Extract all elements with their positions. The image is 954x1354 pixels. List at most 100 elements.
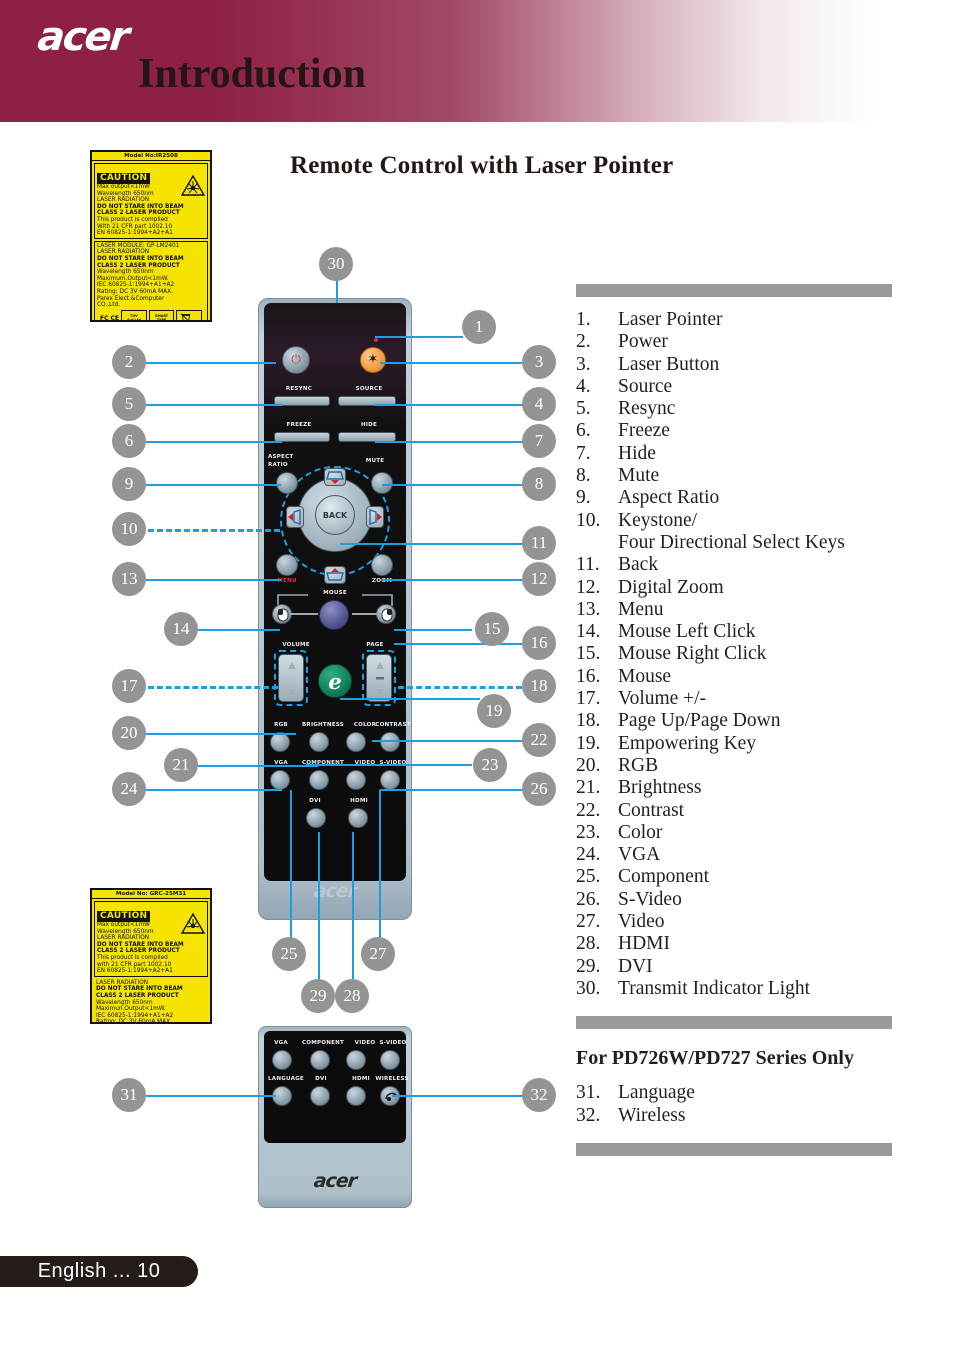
freeze-button[interactable] [274,432,330,442]
callout-22[interactable]: 22 [522,723,556,757]
aspect-ratio-button[interactable] [276,472,298,494]
alt-svideo-button[interactable] [380,1050,400,1070]
callout-6[interactable]: 6 [112,424,146,458]
empowering-key[interactable]: e [318,664,352,698]
alt-dvi-button[interactable] [310,1086,330,1106]
color-button[interactable] [346,732,366,752]
legend-top-rule [576,284,892,297]
transmit-indicator-light [374,338,378,342]
alt-language-label: LANGUAGE [268,1076,304,1082]
callout-32[interactable]: 32 [522,1078,556,1112]
legend-item-label: Laser Button [618,353,720,375]
laser-button[interactable]: ✶ [360,347,386,373]
legend-item: 16. Mouse [576,666,892,688]
contrast-button[interactable] [380,732,400,752]
alt-video-button[interactable] [346,1050,366,1070]
callout-8[interactable]: 8 [522,467,556,501]
callout-13[interactable]: 13 [112,562,146,596]
mouse-connector-lines [290,613,380,615]
lead-3 [380,362,522,364]
legend-item: 10. Keystone/ [576,510,892,532]
label-line: CLASS 2 LASER PRODUCT [97,210,180,217]
keystone-down-button[interactable] [324,566,346,584]
legend-item-continuation: Four Directional Select Keys [576,532,892,554]
keystone-up-button[interactable] [324,468,346,486]
legend-item-label: Component [618,866,709,888]
callout-31[interactable]: 31 [112,1078,146,1112]
callout-28[interactable]: 28 [335,979,369,1013]
dvi-label: DVI [309,798,321,804]
callout-25[interactable]: 25 [272,937,306,971]
lead-12 [382,579,522,581]
label-line: CO.,Ltd. [97,302,121,309]
back-button[interactable]: BACK [315,495,355,535]
callout-18[interactable]: 18 [522,669,556,703]
mute-label: MUTE [365,458,385,464]
legend-item: 13. Menu [576,599,892,621]
remote-alt-acer-logo: acer [312,1170,358,1192]
callout-26[interactable]: 26 [522,772,556,806]
callout-12[interactable]: 12 [522,562,556,596]
callout-14[interactable]: 14 [164,612,198,646]
legend-item: 28. HDMI [576,933,892,955]
volume-rocker-button[interactable] [278,654,304,702]
callout-23[interactable]: 23 [473,748,507,782]
callout-27[interactable]: 27 [361,937,395,971]
legend-item-number: 17. [576,688,601,710]
callout-7[interactable]: 7 [522,424,556,458]
legend-item-number: 21. [576,777,601,799]
callout-21[interactable]: 21 [164,748,198,782]
callout-29[interactable]: 29 [301,979,335,1013]
mouse-left-click-button[interactable] [272,604,292,624]
legend-item: 22. Contrast [576,800,892,822]
callout-16[interactable]: 16 [522,626,556,660]
contrast-label: CONTRAST [375,722,411,728]
callout-30[interactable]: 30 [319,247,353,281]
brightness-button[interactable] [309,732,329,752]
menu-button[interactable] [276,554,298,576]
label-line: With 21 CFR part 1002.10 [97,223,173,230]
legend-item-number: 26. [576,888,601,910]
callout-17[interactable]: 17 [112,669,146,703]
callout-3[interactable]: 3 [522,345,556,379]
legend-item-number: 9. [576,487,591,509]
page-rocker-button[interactable] [366,654,392,702]
alt-component-button[interactable] [310,1050,330,1070]
callout-5[interactable]: 5 [112,387,146,421]
callout-9[interactable]: 9 [112,467,146,501]
callout-4[interactable]: 4 [522,387,556,421]
right-select-button[interactable] [366,506,384,528]
alt-vga-button[interactable] [272,1050,292,1070]
rgb-label: RGB [274,722,288,728]
power-button[interactable]: ⏻ [282,346,310,374]
video-button[interactable] [346,770,366,790]
label-line: CLASS 2 LASER PRODUCT [97,262,180,269]
lead-2 [146,362,276,364]
lead-8 [382,484,522,486]
callout-1[interactable]: 1 [462,310,496,344]
callout-15[interactable]: 15 [475,612,509,646]
legend-item: 25. Component [576,866,892,888]
left-select-button[interactable] [286,506,304,528]
legend-item-label: Back [618,554,659,576]
component-button[interactable] [309,770,329,790]
legend-item-number: 24. [576,844,601,866]
hdmi-button[interactable] [348,808,368,828]
resync-button[interactable] [274,396,330,406]
legend-item-continuation-label: Four Directional Select Keys [618,531,845,553]
callout-2[interactable]: 2 [112,345,146,379]
alt-hdmi-button[interactable] [346,1086,366,1106]
legend-item-number: 12. [576,576,601,598]
callout-24[interactable]: 24 [112,772,146,806]
callout-20[interactable]: 20 [112,716,146,750]
mute-button[interactable] [371,472,393,494]
label-line: Maximum.Output<1mW. [97,275,169,282]
dvi-button[interactable] [306,808,326,828]
digital-zoom-button[interactable] [371,554,393,576]
vga-button[interactable] [270,770,290,790]
callout-10[interactable]: 10 [112,512,146,546]
callout-19[interactable]: 19 [477,694,511,728]
callout-11[interactable]: 11 [522,526,556,560]
rgb-button[interactable] [270,732,290,752]
svideo-button[interactable] [380,770,400,790]
